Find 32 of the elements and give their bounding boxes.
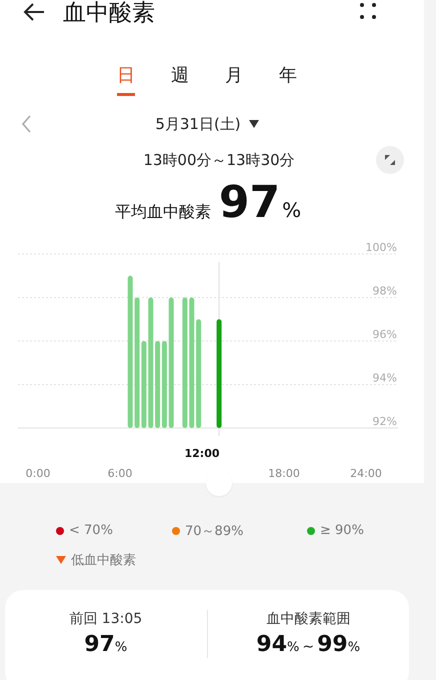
period-tab[interactable]: 年 — [278, 63, 298, 97]
x-axis-label: 24:00 — [350, 467, 382, 480]
average-value: 97% — [218, 177, 302, 228]
period-tab[interactable]: 週 — [170, 63, 190, 97]
period-tab[interactable]: 日 — [116, 63, 136, 97]
expand-button[interactable] — [376, 146, 404, 174]
summary-label: 前回 13:05 — [69, 610, 142, 628]
x-axis-label: 0:00 — [26, 467, 50, 480]
summary-label: 血中酸素範囲 — [266, 610, 350, 628]
cursor-time-label: 12:00 — [184, 447, 220, 460]
period-tab[interactable]: 月 — [224, 63, 244, 97]
y-axis-label: 96% — [372, 328, 397, 341]
y-axis-label: 98% — [372, 284, 397, 298]
y-axis-label: 92% — [372, 415, 397, 428]
time-range: 13時00分～13時30分 — [142, 150, 296, 170]
summary-value: 97% — [84, 632, 128, 657]
legend-label: 低血中酸素 — [71, 552, 136, 568]
legend-label: 70～89% — [185, 522, 244, 540]
x-axis-label: 6:00 — [108, 467, 132, 480]
expand-icon — [384, 154, 396, 166]
more-icon[interactable] — [359, 2, 377, 20]
y-axis-label: 94% — [372, 372, 397, 384]
legend-label: < 70% — [69, 523, 113, 538]
average-label: 平均血中酸素 — [114, 202, 211, 223]
summary-value: 94% ~99% — [256, 632, 360, 657]
caret-icon — [248, 120, 259, 128]
y-axis-label: 100% — [366, 241, 397, 254]
back-icon[interactable] — [22, 2, 46, 22]
legend-label: ≥ 90% — [320, 523, 364, 538]
date-picker[interactable]: 5月31日(土) — [32, 114, 382, 134]
page-title: 血中酸素 — [63, 0, 156, 28]
x-axis-label: 18:00 — [268, 467, 300, 480]
